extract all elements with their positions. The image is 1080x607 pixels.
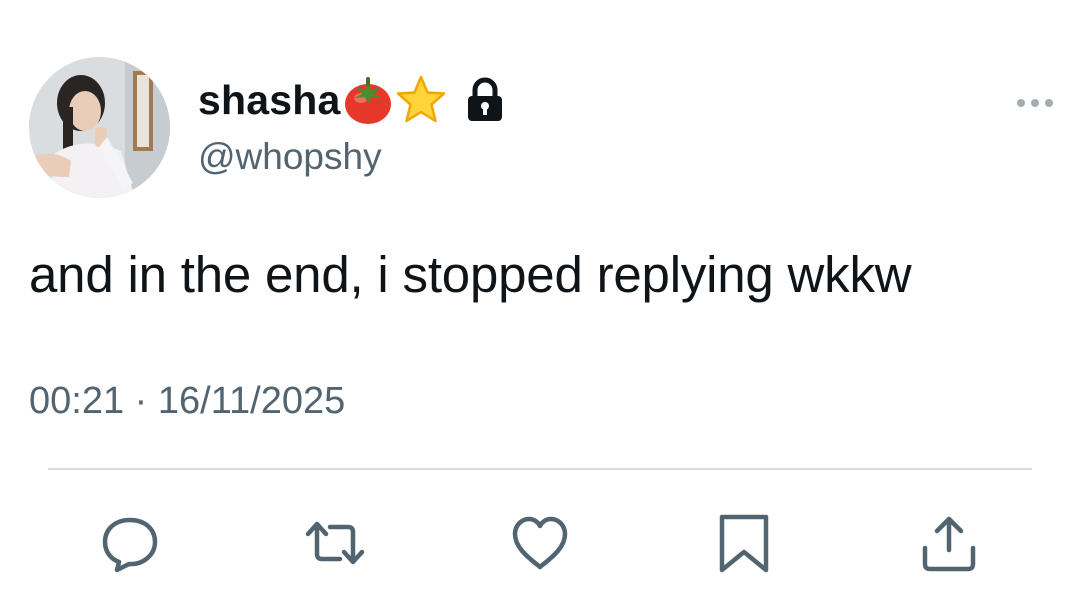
divider: [48, 468, 1032, 470]
display-name-row: shasha: [198, 72, 505, 128]
reply-button[interactable]: [99, 512, 161, 574]
tomato-emoji: [342, 74, 394, 126]
heart-icon: [512, 516, 568, 570]
user-handle[interactable]: @whopshy: [198, 136, 382, 178]
more-options-icon[interactable]: [1010, 92, 1060, 114]
retweet-icon: [305, 521, 365, 565]
lock-icon: [465, 77, 505, 123]
like-button[interactable]: [509, 512, 571, 574]
star-emoji: [395, 74, 447, 126]
bookmark-button[interactable]: [713, 512, 775, 574]
tweet: shasha @whopshy and in the end, i stoppe…: [0, 0, 1080, 607]
tweet-text: and in the end, i stopped replying wkkw: [29, 246, 912, 303]
tweet-timestamp[interactable]: 00:21 · 16/11/2025: [29, 380, 345, 423]
share-button[interactable]: [918, 512, 980, 574]
bookmark-icon: [719, 514, 769, 573]
avatar[interactable]: [29, 57, 170, 198]
reply-icon: [102, 517, 158, 573]
retweet-button[interactable]: [304, 512, 366, 574]
display-name[interactable]: shasha: [198, 77, 341, 124]
share-icon: [922, 516, 976, 572]
